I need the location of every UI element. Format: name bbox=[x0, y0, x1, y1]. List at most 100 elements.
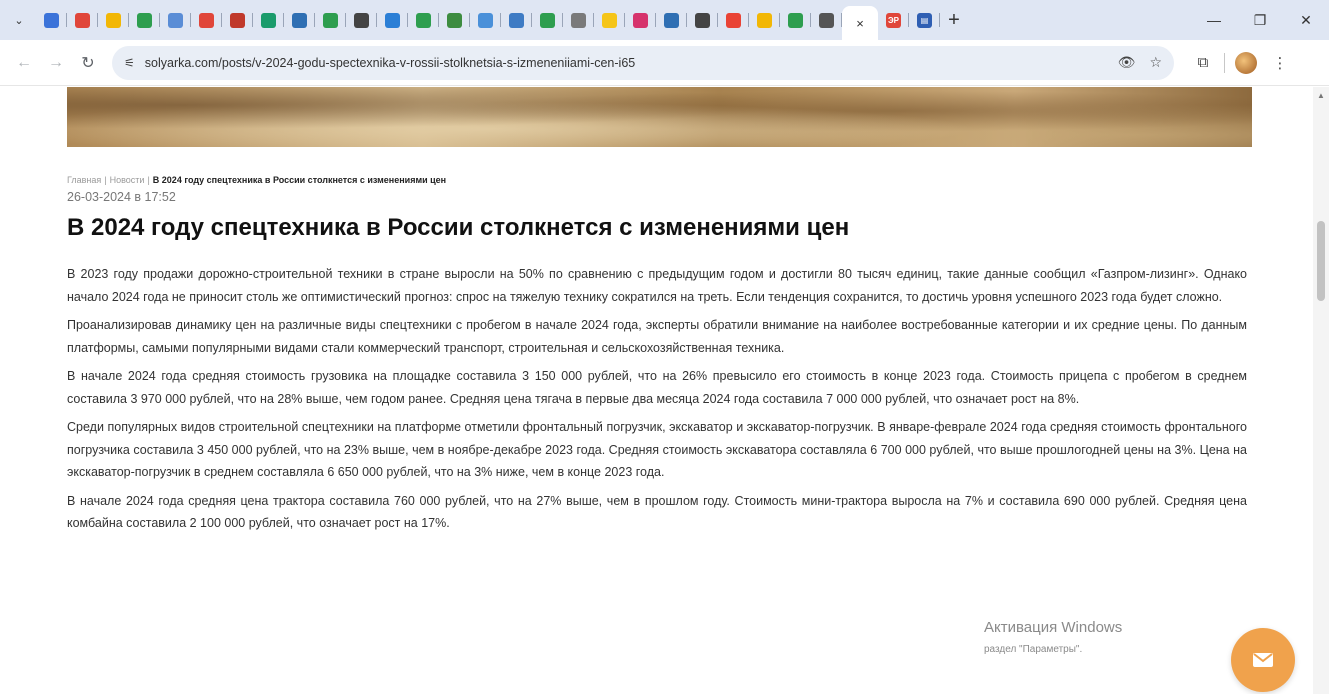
favicon-icon bbox=[571, 12, 586, 28]
favicon-icon bbox=[230, 12, 245, 28]
minimize-icon: — bbox=[1207, 12, 1221, 28]
bookmark-star-icon[interactable]: ☆ bbox=[1149, 54, 1162, 71]
page-scrollbar[interactable]: ▲ bbox=[1313, 87, 1329, 694]
browser-tab[interactable] bbox=[594, 0, 625, 40]
breadcrumb-home-link[interactable]: Главная bbox=[67, 175, 101, 185]
scroll-up-arrow-icon[interactable]: ▲ bbox=[1317, 91, 1325, 100]
extensions-button[interactable]: ⧉ bbox=[1186, 46, 1220, 80]
profile-button[interactable] bbox=[1229, 46, 1263, 80]
favicon-icon bbox=[478, 12, 493, 28]
favicon-icon bbox=[106, 12, 121, 28]
browser-tab[interactable] bbox=[160, 0, 191, 40]
browser-tab[interactable] bbox=[811, 0, 842, 40]
favicon-icon bbox=[385, 12, 400, 28]
avatar bbox=[1235, 51, 1257, 74]
new-tab-button[interactable]: + bbox=[940, 0, 968, 40]
browser-tab[interactable] bbox=[315, 0, 346, 40]
favicon-icon bbox=[323, 12, 338, 28]
browser-tab[interactable]: ▤ bbox=[909, 0, 940, 40]
tab-search-button[interactable]: ⌄ bbox=[6, 7, 32, 33]
forward-button[interactable]: → bbox=[40, 47, 72, 79]
favicon-icon bbox=[354, 12, 369, 28]
favicon-icon bbox=[602, 12, 617, 28]
more-vert-icon: ⋮ bbox=[1272, 54, 1288, 72]
toolbar-divider bbox=[1224, 52, 1225, 73]
minimize-button[interactable]: — bbox=[1191, 0, 1237, 40]
favicon-icon bbox=[726, 12, 741, 28]
eye-off-icon[interactable]: 👁 bbox=[1118, 54, 1136, 71]
chevron-down-icon: ⌄ bbox=[14, 14, 24, 27]
browser-tab[interactable] bbox=[408, 0, 439, 40]
hero-image bbox=[67, 87, 1252, 147]
back-button[interactable]: ← bbox=[8, 47, 40, 79]
url-text[interactable]: solyarka.com/posts/v-2024-godu-spectexni… bbox=[145, 56, 1104, 70]
favicon-icon bbox=[695, 12, 710, 28]
site-info-icon[interactable]: ⚟ bbox=[124, 56, 135, 70]
close-icon: ✕ bbox=[1300, 11, 1312, 28]
activation-subtitle: раздел "Параметры". bbox=[984, 644, 1083, 655]
browser-tab[interactable] bbox=[284, 0, 315, 40]
favicon-icon bbox=[509, 12, 524, 28]
favicon-icon bbox=[540, 12, 555, 28]
browser-tab[interactable] bbox=[36, 0, 67, 40]
browser-tab[interactable] bbox=[98, 0, 129, 40]
browser-tab[interactable] bbox=[253, 0, 284, 40]
page-viewport: Главная | Новости | В 2024 году спецтехника … bbox=[0, 87, 1313, 694]
browser-tab[interactable] bbox=[377, 0, 408, 40]
favicon-icon bbox=[664, 12, 679, 28]
browser-menu-button[interactable]: ⋮ bbox=[1263, 46, 1297, 80]
contact-mail-button[interactable] bbox=[1231, 628, 1295, 692]
browser-tab[interactable] bbox=[563, 0, 594, 40]
favicon-icon: ЭР bbox=[886, 12, 901, 28]
favicon-icon bbox=[788, 12, 803, 28]
browser-tab[interactable] bbox=[470, 0, 501, 40]
puzzle-icon: ⧉ bbox=[1197, 54, 1209, 71]
browser-tab[interactable] bbox=[749, 0, 780, 40]
breadcrumb: Главная | Новости | В 2024 году спецтехника … bbox=[67, 175, 446, 185]
restore-button[interactable]: ❐ bbox=[1237, 0, 1283, 40]
activation-title: Активация Windows bbox=[984, 619, 1123, 636]
browser-tab[interactable] bbox=[656, 0, 687, 40]
article-paragraph: Среди популярных видов строительной спец… bbox=[67, 420, 1247, 479]
browser-tab[interactable] bbox=[346, 0, 377, 40]
browser-tab[interactable] bbox=[222, 0, 253, 40]
article-paragraph: В начале 2024 года средняя цена трактора… bbox=[67, 493, 1247, 531]
arrow-right-icon: → bbox=[48, 53, 64, 71]
scrollbar-thumb[interactable] bbox=[1317, 221, 1325, 301]
browser-tab[interactable] bbox=[501, 0, 532, 40]
browser-tab[interactable] bbox=[625, 0, 656, 40]
tab-strip: ⌄ × ЭР ▤ + — ❐ ✕ bbox=[0, 0, 1329, 40]
breadcrumb-separator: | bbox=[147, 175, 150, 185]
browser-tab[interactable] bbox=[439, 0, 470, 40]
article-paragraph: В начале 2024 года средняя стоимость гру… bbox=[67, 369, 1247, 406]
arrow-left-icon: ← bbox=[16, 53, 32, 71]
close-window-button[interactable]: ✕ bbox=[1283, 0, 1329, 40]
favicon-icon: ▤ bbox=[917, 12, 932, 28]
reload-button[interactable]: ↻ bbox=[72, 47, 104, 79]
favicon-icon bbox=[292, 12, 307, 28]
address-bar[interactable]: ⚟ solyarka.com/posts/v-2024-godu-spectex… bbox=[112, 45, 1174, 80]
browser-tab[interactable] bbox=[191, 0, 222, 40]
browser-tab[interactable] bbox=[718, 0, 749, 40]
browser-tab[interactable] bbox=[687, 0, 718, 40]
favicon-icon bbox=[819, 12, 834, 28]
article-body: В 2023 году продажи дорожно-строительной… bbox=[67, 263, 1247, 541]
browser-toolbar: ← → ↻ ⚟ solyarka.com/posts/v-2024-godu-s… bbox=[0, 40, 1329, 86]
favicon-icon bbox=[75, 12, 90, 28]
article-paragraph: Проанализировав динамику цен на различны… bbox=[67, 318, 1247, 355]
browser-tab[interactable] bbox=[129, 0, 160, 40]
browser-tab[interactable]: ЭР bbox=[878, 0, 909, 40]
browser-tab[interactable] bbox=[532, 0, 563, 40]
favicon-icon bbox=[261, 12, 276, 28]
post-date: 26-03-2024 в 17:52 bbox=[67, 190, 176, 204]
favicon-icon bbox=[447, 12, 462, 28]
close-tab-icon[interactable]: × bbox=[856, 16, 864, 31]
favicon-icon bbox=[757, 12, 772, 28]
browser-tab[interactable] bbox=[780, 0, 811, 40]
favicon-icon bbox=[416, 12, 431, 28]
breadcrumb-news-link[interactable]: Новости bbox=[110, 175, 145, 185]
active-tab[interactable]: × bbox=[842, 6, 878, 40]
browser-tab[interactable] bbox=[67, 0, 98, 40]
breadcrumb-current: В 2024 году спецтехника в России столкне… bbox=[152, 175, 447, 185]
restore-icon: ❐ bbox=[1253, 11, 1267, 28]
